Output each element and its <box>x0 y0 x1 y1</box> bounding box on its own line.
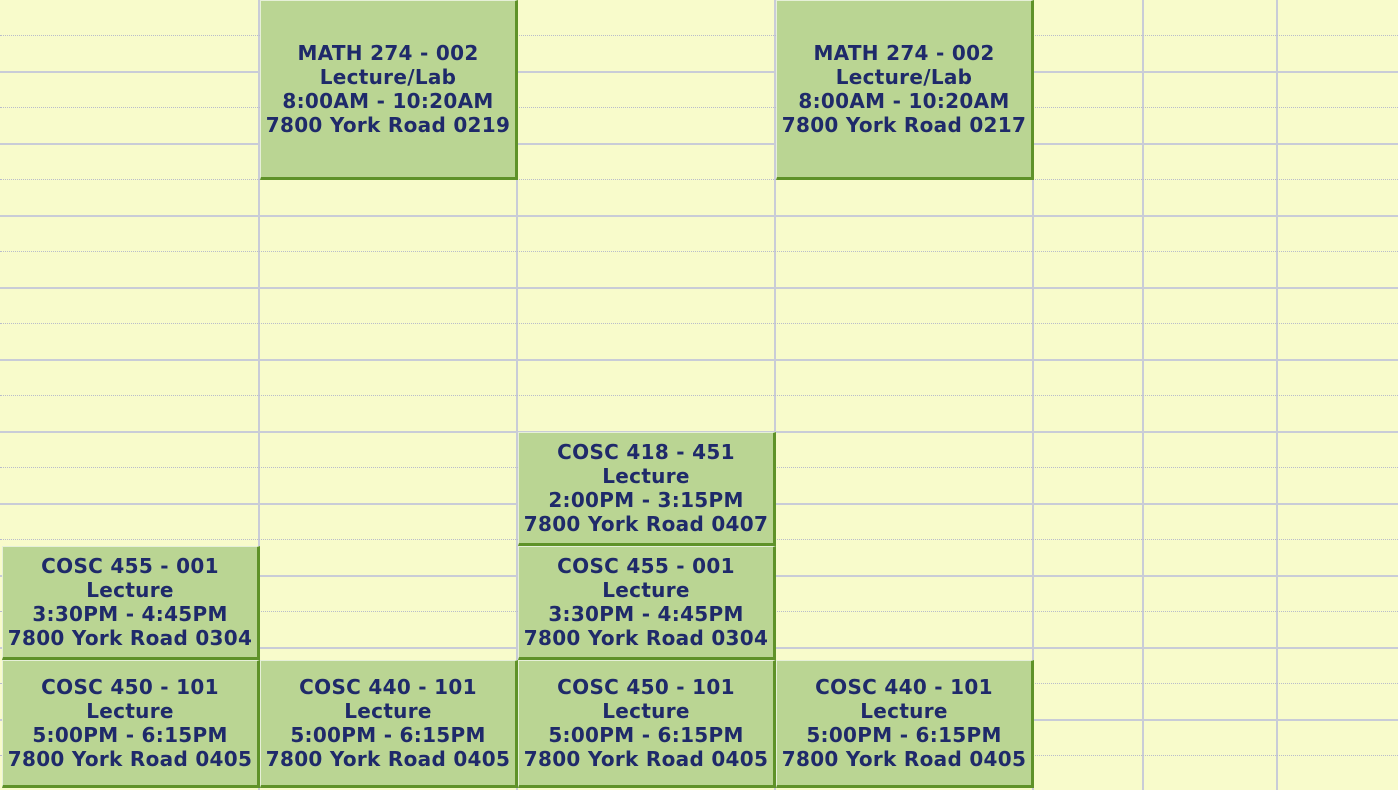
class-time: 2:00PM - 3:15PM <box>548 488 744 512</box>
class-time: 5:00PM - 6:15PM <box>548 723 744 747</box>
schedule-grid: MATH 274 - 002 Lecture/Lab 8:00AM - 10:2… <box>0 0 1398 790</box>
half-hour-gridline <box>0 395 1398 396</box>
class-location: 7800 York Road 0217 <box>781 113 1027 137</box>
course-code: COSC 450 - 101 <box>557 675 735 699</box>
class-type: Lecture <box>344 699 432 723</box>
class-type: Lecture/Lab <box>835 65 973 89</box>
class-block-math274-wed[interactable]: MATH 274 - 002 Lecture/Lab 8:00AM - 10:2… <box>776 0 1034 180</box>
hour-gridline <box>0 359 1398 361</box>
course-code: COSC 455 - 001 <box>41 554 219 578</box>
course-code: MATH 274 - 002 <box>297 41 479 65</box>
class-block-cosc450-sun[interactable]: COSC 450 - 101 Lecture 5:00PM - 6:15PM 7… <box>2 660 260 788</box>
course-code: COSC 440 - 101 <box>815 675 993 699</box>
class-type: Lecture <box>602 464 690 488</box>
hour-gridline <box>0 287 1398 289</box>
class-time: 3:30PM - 4:45PM <box>548 602 744 626</box>
class-type: Lecture <box>860 699 948 723</box>
class-type: Lecture <box>602 699 690 723</box>
class-time: 8:00AM - 10:20AM <box>282 89 494 113</box>
half-hour-gridline <box>0 179 1398 180</box>
class-location: 7800 York Road 0304 <box>7 626 253 650</box>
class-block-cosc455-tue[interactable]: COSC 455 - 001 Lecture 3:30PM - 4:45PM 7… <box>518 546 776 660</box>
half-hour-gridline <box>0 251 1398 252</box>
class-time: 5:00PM - 6:15PM <box>806 723 1002 747</box>
course-code: COSC 440 - 101 <box>299 675 477 699</box>
half-hour-gridline <box>0 35 1398 36</box>
course-code: COSC 418 - 451 <box>557 440 735 464</box>
class-location: 7800 York Road 0405 <box>7 747 253 771</box>
half-hour-gridline <box>0 323 1398 324</box>
class-location: 7800 York Road 0405 <box>781 747 1027 771</box>
class-type: Lecture/Lab <box>319 65 457 89</box>
class-time: 8:00AM - 10:20AM <box>798 89 1010 113</box>
class-type: Lecture <box>86 578 174 602</box>
class-location: 7800 York Road 0405 <box>265 747 511 771</box>
class-block-cosc440-wed[interactable]: COSC 440 - 101 Lecture 5:00PM - 6:15PM 7… <box>776 660 1034 788</box>
class-time: 3:30PM - 4:45PM <box>32 602 228 626</box>
class-time: 5:00PM - 6:15PM <box>32 723 228 747</box>
class-location: 7800 York Road 0219 <box>265 113 511 137</box>
class-type: Lecture <box>86 699 174 723</box>
hour-gridline <box>0 215 1398 217</box>
class-block-cosc418-tue[interactable]: COSC 418 - 451 Lecture 2:00PM - 3:15PM 7… <box>518 432 776 546</box>
class-time: 5:00PM - 6:15PM <box>290 723 486 747</box>
course-code: COSC 455 - 001 <box>557 554 735 578</box>
class-location: 7800 York Road 0407 <box>523 512 769 536</box>
course-code: MATH 274 - 002 <box>813 41 995 65</box>
class-block-cosc450-tue[interactable]: COSC 450 - 101 Lecture 5:00PM - 6:15PM 7… <box>518 660 776 788</box>
hour-gridline <box>0 71 1398 73</box>
class-type: Lecture <box>602 578 690 602</box>
class-location: 7800 York Road 0304 <box>523 626 769 650</box>
class-block-cosc455-sun[interactable]: COSC 455 - 001 Lecture 3:30PM - 4:45PM 7… <box>2 546 260 660</box>
class-block-math274-mon[interactable]: MATH 274 - 002 Lecture/Lab 8:00AM - 10:2… <box>260 0 518 180</box>
class-location: 7800 York Road 0405 <box>523 747 769 771</box>
hour-gridline <box>0 143 1398 145</box>
half-hour-gridline <box>0 107 1398 108</box>
class-block-cosc440-mon[interactable]: COSC 440 - 101 Lecture 5:00PM - 6:15PM 7… <box>260 660 518 788</box>
course-code: COSC 450 - 101 <box>41 675 219 699</box>
